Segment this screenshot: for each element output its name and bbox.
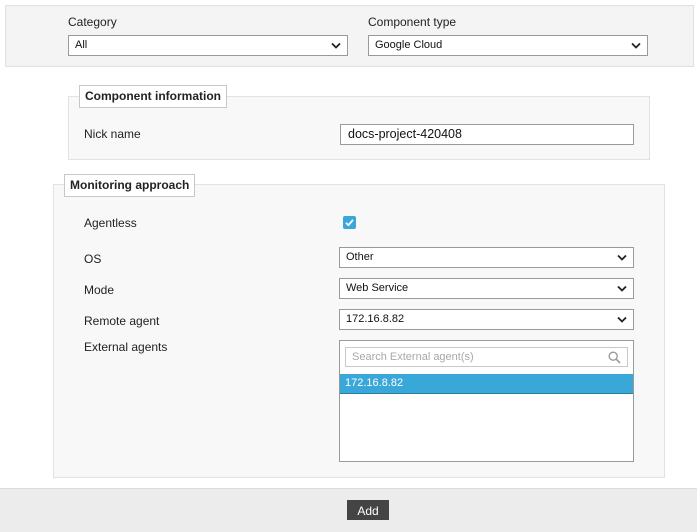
external-agents-listbox[interactable]: Search External agent(s) 172.16.8.82 <box>339 340 634 462</box>
external-agents-search-input[interactable]: Search External agent(s) <box>345 347 628 367</box>
agentless-checkbox[interactable] <box>343 216 356 229</box>
component-type-value: Google Cloud <box>375 39 443 51</box>
nick-name-value: docs-project-420408 <box>348 127 462 141</box>
component-info-legend: Component information <box>79 85 227 108</box>
component-type-select[interactable]: Google Cloud <box>368 35 648 56</box>
search-icon <box>608 351 621 364</box>
os-label: OS <box>84 252 102 266</box>
mode-value: Web Service <box>346 282 409 294</box>
agentless-label: Agentless <box>84 216 137 230</box>
os-select[interactable]: Other <box>339 247 634 268</box>
remote-agent-select[interactable]: 172.16.8.82 <box>339 309 634 330</box>
remote-agent-value: 172.16.8.82 <box>346 313 405 325</box>
remote-agent-label: Remote agent <box>84 314 160 328</box>
os-value: Other <box>346 251 374 263</box>
mode-label: Mode <box>84 283 115 297</box>
mode-select[interactable]: Web Service <box>339 278 634 299</box>
list-item[interactable]: 172.16.8.82 <box>340 374 633 394</box>
add-button[interactable]: Add <box>347 500 389 520</box>
external-agents-label: External agents <box>84 340 168 354</box>
chevron-down-icon <box>617 316 627 323</box>
external-agents-search-placeholder: Search External agent(s) <box>352 351 474 363</box>
nick-name-input[interactable]: docs-project-420408 <box>340 124 634 145</box>
chevron-down-icon <box>617 254 627 261</box>
category-label: Category <box>68 15 117 29</box>
component-type-label: Component type <box>368 15 457 29</box>
chevron-down-icon <box>617 285 627 292</box>
nick-name-label: Nick name <box>84 127 141 141</box>
category-select[interactable]: All <box>68 35 348 56</box>
monitoring-legend: Monitoring approach <box>64 174 196 197</box>
chevron-down-icon <box>631 42 641 49</box>
check-icon <box>345 219 354 227</box>
chevron-down-icon <box>331 42 341 49</box>
category-value: All <box>75 39 88 51</box>
